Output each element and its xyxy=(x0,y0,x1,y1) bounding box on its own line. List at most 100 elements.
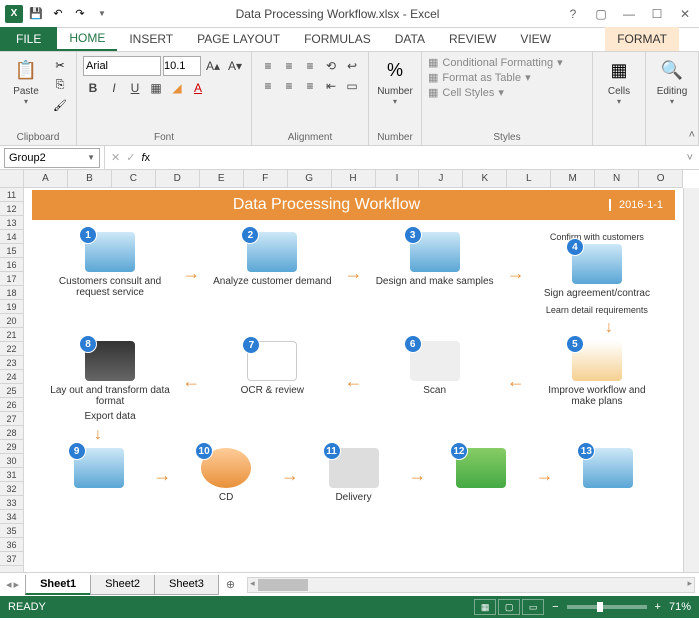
tab-page-layout[interactable]: PAGE LAYOUT xyxy=(185,27,292,51)
worksheet-grid[interactable]: ABCDEFGHIJKLMNO 111213141516171819202122… xyxy=(0,170,699,572)
underline-button[interactable]: U xyxy=(125,78,145,98)
column-header[interactable]: A xyxy=(24,170,68,187)
row-header[interactable]: 14 xyxy=(0,230,23,244)
column-header[interactable]: H xyxy=(332,170,376,187)
flow-node-3[interactable]: 3Design and make samples xyxy=(375,232,495,315)
view-normal-icon[interactable]: ▦ xyxy=(474,599,496,615)
row-header[interactable]: 25 xyxy=(0,384,23,398)
tab-insert[interactable]: INSERT xyxy=(117,27,185,51)
row-header[interactable]: 19 xyxy=(0,300,23,314)
italic-button[interactable]: I xyxy=(104,78,124,98)
collapse-ribbon-icon[interactable]: ˄ xyxy=(689,129,695,141)
tab-data[interactable]: DATA xyxy=(383,27,437,51)
flow-node-4[interactable]: Confirm with customers4Sign agreement/co… xyxy=(537,232,657,315)
align-top-icon[interactable]: ≡ xyxy=(258,56,278,76)
column-header[interactable]: N xyxy=(595,170,639,187)
expand-formula-icon[interactable]: ˅ xyxy=(681,152,699,164)
orientation-icon[interactable]: ⟲ xyxy=(321,56,341,76)
row-header[interactable]: 24 xyxy=(0,370,23,384)
bold-button[interactable]: B xyxy=(83,78,103,98)
row-header[interactable]: 36 xyxy=(0,538,23,552)
row-header[interactable]: 16 xyxy=(0,258,23,272)
column-header[interactable]: C xyxy=(112,170,156,187)
format-painter-icon[interactable]: 🖌 xyxy=(50,96,70,114)
column-headers[interactable]: ABCDEFGHIJKLMNO xyxy=(24,170,683,188)
view-page-break-icon[interactable]: ▭ xyxy=(522,599,544,615)
row-header[interactable]: 18 xyxy=(0,286,23,300)
row-header[interactable]: 23 xyxy=(0,356,23,370)
grow-font-icon[interactable]: A▴ xyxy=(203,56,223,76)
shrink-font-icon[interactable]: A▾ xyxy=(225,56,245,76)
conditional-formatting-button[interactable]: ▦ Conditional Formatting ▾ xyxy=(428,56,586,69)
column-header[interactable]: B xyxy=(68,170,112,187)
align-middle-icon[interactable]: ≡ xyxy=(279,56,299,76)
sheet-tab-1[interactable]: Sheet1 xyxy=(25,575,91,595)
drawing-canvas[interactable]: Data Processing Workflow 2016-1-1 1Custo… xyxy=(24,188,683,572)
redo-icon[interactable]: ↷ xyxy=(70,4,90,24)
cells-button[interactable]: ▦ Cells ▾ xyxy=(599,56,639,106)
tab-format[interactable]: FORMAT xyxy=(605,27,679,51)
row-header[interactable]: 21 xyxy=(0,328,23,342)
cancel-formula-icon[interactable]: ✕ xyxy=(111,151,120,164)
cell-styles-button[interactable]: ▦ Cell Styles ▾ xyxy=(428,86,586,99)
flow-node-1[interactable]: 1Customers consult and request service xyxy=(50,232,170,315)
editing-button[interactable]: 🔍 Editing ▾ xyxy=(652,56,692,106)
maximize-icon[interactable]: ☐ xyxy=(643,3,671,25)
flow-node-11[interactable]: 11Delivery xyxy=(299,448,408,503)
help-icon[interactable]: ? xyxy=(559,3,587,25)
sheet-tab-3[interactable]: Sheet3 xyxy=(154,575,219,595)
row-header[interactable]: 20 xyxy=(0,314,23,328)
column-header[interactable]: G xyxy=(288,170,332,187)
row-header[interactable]: 27 xyxy=(0,412,23,426)
zoom-slider[interactable] xyxy=(567,605,647,609)
row-header[interactable]: 30 xyxy=(0,454,23,468)
save-icon[interactable]: 💾 xyxy=(26,4,46,24)
align-left-icon[interactable]: ≡ xyxy=(258,76,278,96)
undo-icon[interactable]: ↶ xyxy=(48,4,68,24)
fill-color-button[interactable]: ◢ xyxy=(167,78,187,98)
cut-icon[interactable]: ✂ xyxy=(50,56,70,74)
fx-icon[interactable]: fx xyxy=(141,152,150,164)
column-header[interactable]: F xyxy=(244,170,288,187)
decrease-indent-icon[interactable]: ⇤ xyxy=(321,76,341,96)
tab-home[interactable]: HOME xyxy=(57,27,117,51)
row-header[interactable]: 28 xyxy=(0,426,23,440)
view-page-layout-icon[interactable]: ▢ xyxy=(498,599,520,615)
sheet-tab-2[interactable]: Sheet2 xyxy=(90,575,155,595)
column-header[interactable]: D xyxy=(156,170,200,187)
qat-dropdown-icon[interactable]: ▼ xyxy=(92,4,112,24)
flow-node-10[interactable]: 10CD xyxy=(171,448,280,503)
add-sheet-button[interactable]: ⊕ xyxy=(218,575,243,594)
flow-node-8[interactable]: 8Lay out and transform data formatExport… xyxy=(50,341,170,422)
row-header[interactable]: 37 xyxy=(0,552,23,566)
flow-node-5[interactable]: 5Improve workflow and make plans xyxy=(537,341,657,422)
zoom-out-button[interactable]: − xyxy=(552,601,558,613)
border-button[interactable]: ▦ xyxy=(146,78,166,98)
name-box[interactable]: Group2▼ xyxy=(4,148,100,168)
select-all-corner[interactable] xyxy=(0,170,24,188)
row-header[interactable]: 12 xyxy=(0,202,23,216)
font-color-button[interactable]: A xyxy=(188,78,208,98)
zoom-level[interactable]: 71% xyxy=(669,601,691,613)
flow-node-13[interactable]: 13 xyxy=(554,448,663,503)
flow-node-12[interactable]: 12 xyxy=(426,448,535,503)
column-header[interactable]: O xyxy=(639,170,683,187)
formula-input[interactable] xyxy=(156,148,681,168)
flow-node-6[interactable]: 6Scan xyxy=(375,341,495,422)
sheet-nav-prev-icon[interactable]: ◂ xyxy=(6,578,12,591)
row-header[interactable]: 29 xyxy=(0,440,23,454)
column-header[interactable]: L xyxy=(507,170,551,187)
copy-icon[interactable]: ⎘ xyxy=(50,76,70,94)
tab-view[interactable]: VIEW xyxy=(508,27,563,51)
vertical-scrollbar[interactable] xyxy=(683,188,699,572)
horizontal-scrollbar[interactable]: ◂ ▸ xyxy=(247,577,695,593)
font-name-select[interactable] xyxy=(83,56,161,76)
row-header[interactable]: 33 xyxy=(0,496,23,510)
row-header[interactable]: 26 xyxy=(0,398,23,412)
tab-review[interactable]: REVIEW xyxy=(437,27,508,51)
align-right-icon[interactable]: ≡ xyxy=(300,76,320,96)
row-header[interactable]: 31 xyxy=(0,468,23,482)
enter-formula-icon[interactable]: ✓ xyxy=(126,151,135,164)
row-header[interactable]: 32 xyxy=(0,482,23,496)
minimize-icon[interactable]: — xyxy=(615,3,643,25)
